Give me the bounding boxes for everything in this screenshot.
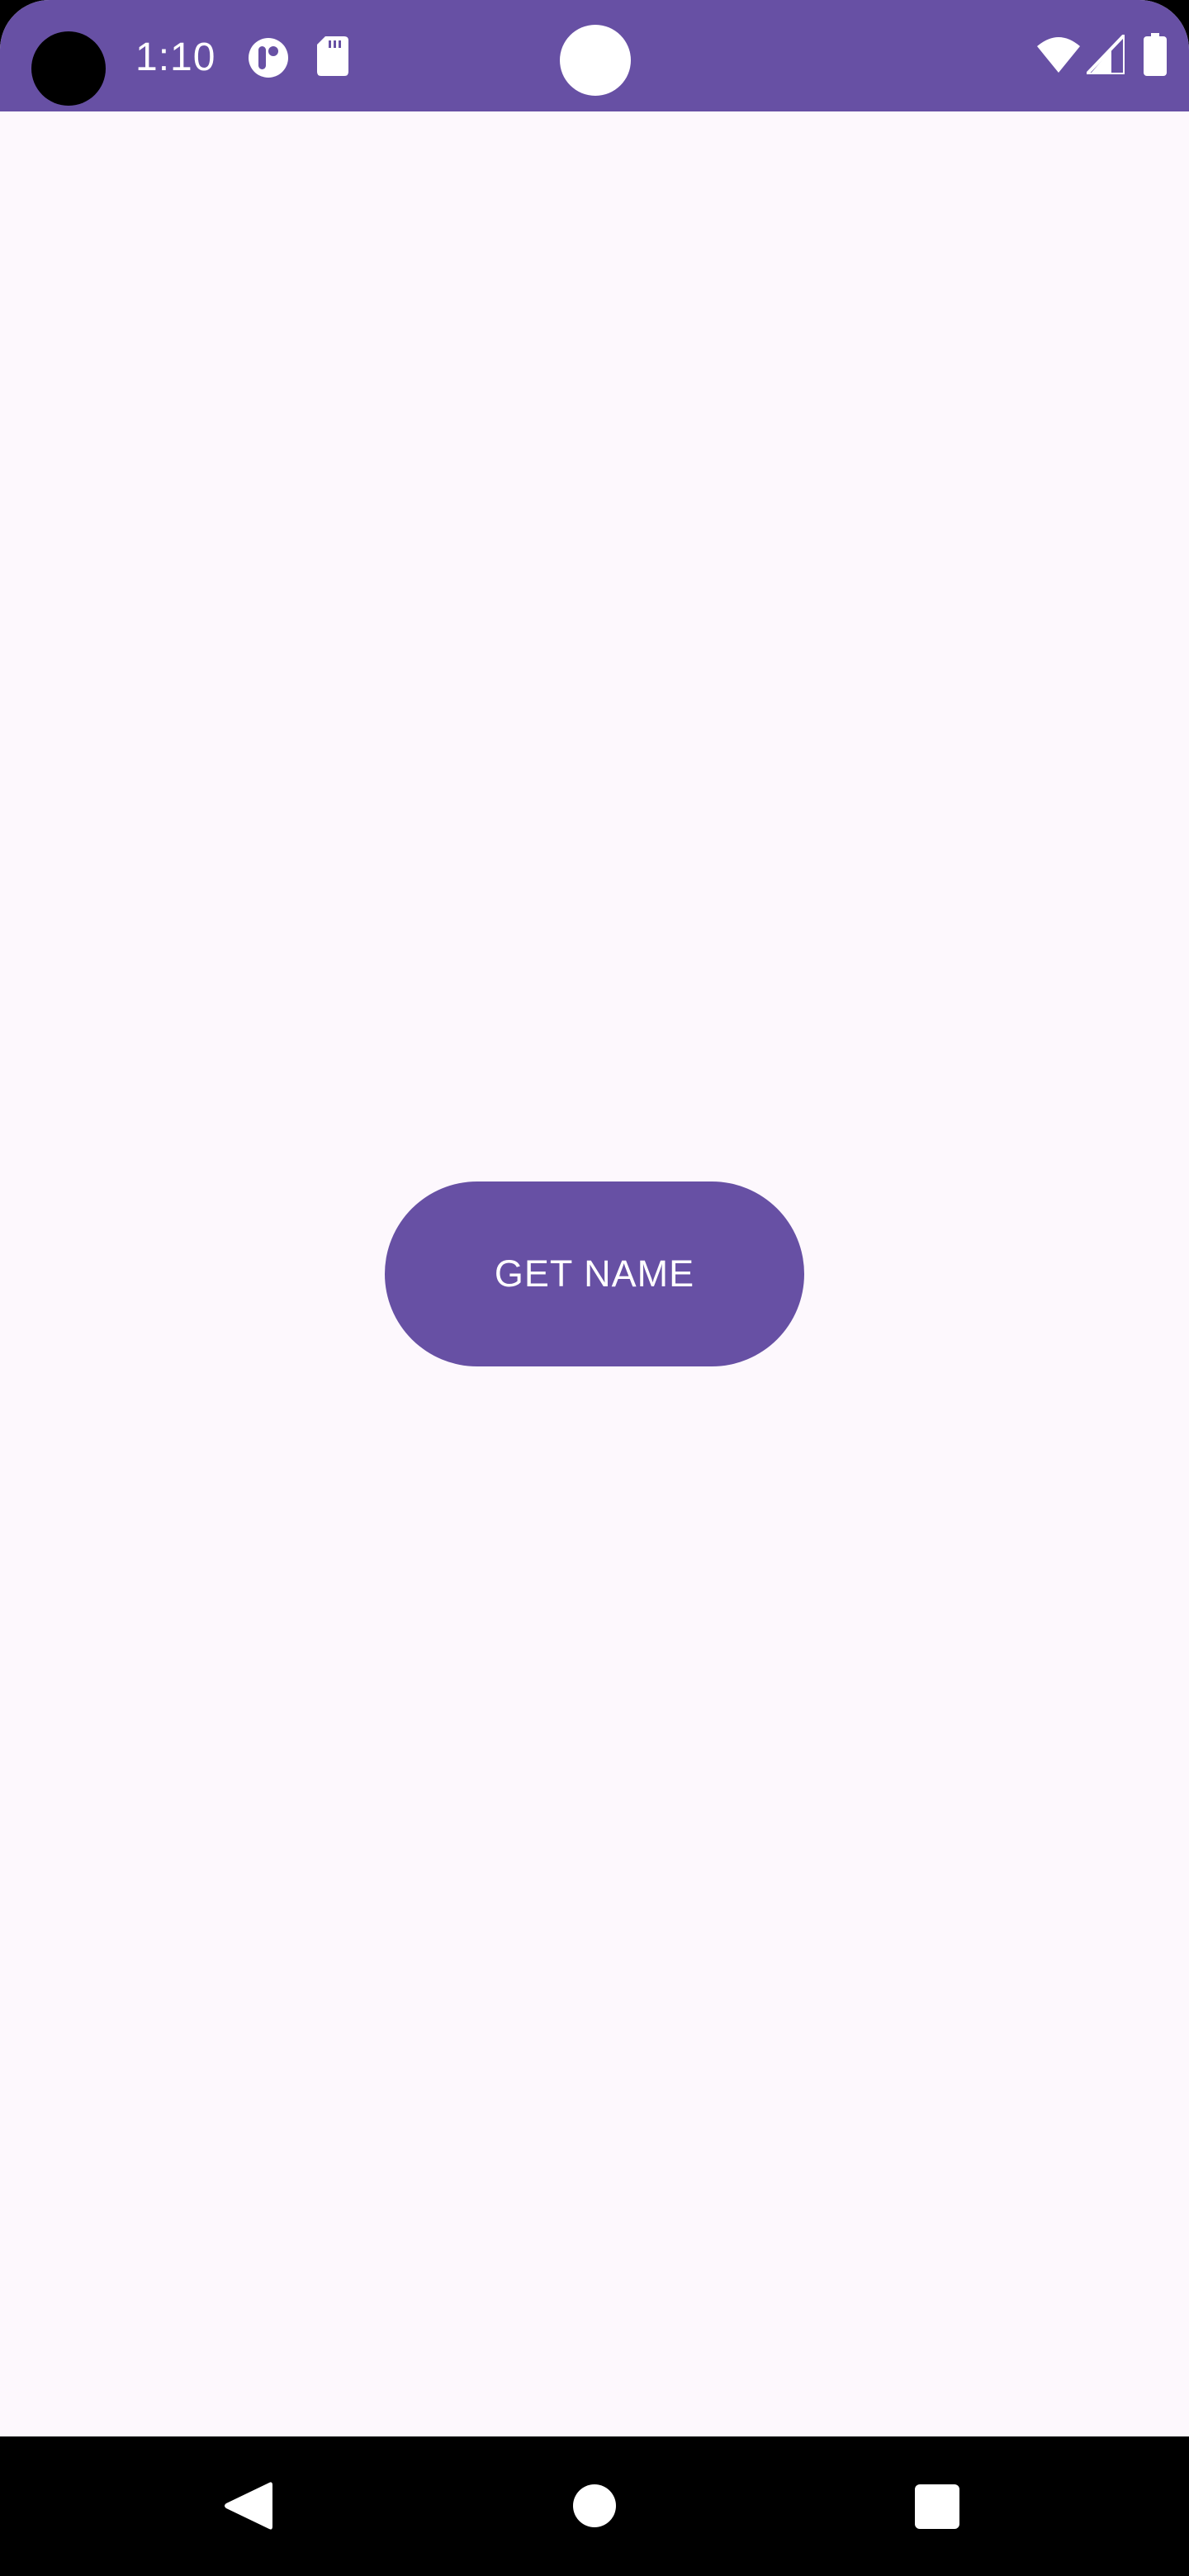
phone-screen: 1:10 GET NAME: [0, 0, 1189, 2576]
status-bar: 1:10: [0, 0, 1189, 111]
wifi-icon: [1037, 37, 1080, 73]
cell-signal-icon: [1087, 35, 1125, 74]
camera-cutout: [31, 31, 106, 106]
screen-record-indicator: [560, 25, 631, 96]
get-name-button[interactable]: GET NAME: [385, 1181, 804, 1366]
navigation-bar: [0, 2436, 1189, 2576]
notification-app-icon: [249, 38, 288, 78]
back-icon[interactable]: [223, 2480, 272, 2531]
main-content: GET NAME: [0, 111, 1189, 2436]
status-time: 1:10: [135, 36, 216, 79]
sd-card-icon: [317, 36, 348, 76]
recents-icon[interactable]: [915, 2484, 959, 2529]
battery-icon: [1144, 33, 1167, 76]
home-icon[interactable]: [573, 2484, 616, 2527]
